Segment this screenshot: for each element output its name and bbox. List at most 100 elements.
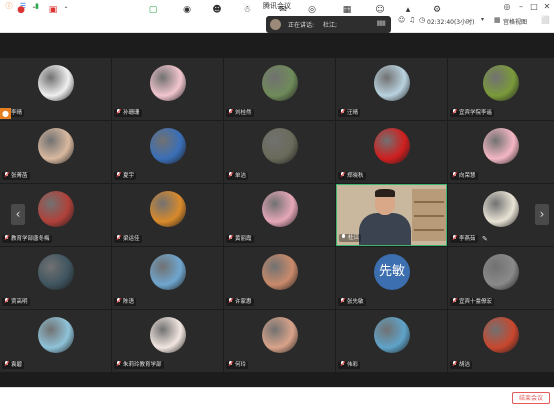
- participant-name: 朱莉玲教育学部: [114, 361, 164, 369]
- participant-name: 贾高明: [2, 298, 30, 306]
- participant-name-text: 夏宇: [123, 173, 135, 179]
- participant-tile[interactable]: 先敏张先敏: [336, 247, 447, 309]
- participant-name: 何玲: [226, 361, 249, 369]
- members-icon[interactable]: ☻: [208, 2, 226, 18]
- participant-tile[interactable]: 宜宾十耋僚宏: [448, 247, 554, 309]
- participant-name: 刘桂然: [226, 109, 254, 117]
- participant-name-text: 张先敏: [347, 299, 364, 305]
- participant-avatar: [150, 65, 186, 101]
- pin-icon[interactable]: ◎: [500, 0, 514, 13]
- next-page-button[interactable]: ›: [535, 204, 549, 225]
- expand-icon[interactable]: ▴: [399, 2, 417, 18]
- participant-name: 宜宾学院李遥: [450, 109, 495, 117]
- participant-tile[interactable]: 向荣慧: [448, 121, 554, 183]
- participant-tile[interactable]: 单洁: [224, 121, 335, 183]
- security-icon[interactable]: ◉: [178, 2, 196, 18]
- participant-name: 李燕茹: [450, 235, 478, 243]
- participant-name: 陈语: [114, 298, 137, 306]
- mic-muted-icon: [340, 361, 345, 367]
- prev-page-button[interactable]: ‹: [11, 204, 25, 225]
- participant-name-text: 梁运佳: [123, 236, 140, 242]
- participant-tile[interactable]: 伟彩: [336, 310, 447, 372]
- participant-tile[interactable]: 朱莉玲教育学部: [112, 310, 223, 372]
- participant-name: 张先敏: [338, 298, 366, 306]
- participant-tile[interactable]: 孙珊珊: [112, 58, 223, 120]
- participant-name-text: 何玲: [235, 362, 247, 368]
- host-flag-icon[interactable]: ●: [0, 108, 11, 119]
- participant-name: 杜江: [339, 234, 362, 242]
- participant-tile[interactable]: 黄丽霞: [224, 184, 335, 246]
- invite-icon[interactable]: ☃: [238, 2, 256, 18]
- participant-tile[interactable]: 汪晴: [336, 58, 447, 120]
- participant-avatar: [38, 254, 74, 290]
- mic-muted-icon: [340, 172, 345, 178]
- participant-avatar: [483, 317, 519, 353]
- mic-muted-icon: [116, 361, 121, 367]
- mic-muted-icon: [452, 298, 457, 304]
- participant-name-text: 教育学部唐冬梅: [11, 236, 50, 242]
- participant-tile[interactable]: 张菁菡: [0, 121, 111, 183]
- grid-view-icon[interactable]: ▦: [494, 16, 501, 24]
- maximize-button[interactable]: □: [527, 0, 541, 13]
- participant-name: 郑晓秋: [338, 172, 366, 180]
- edit-icon[interactable]: ✎: [482, 235, 488, 243]
- participant-name-text: 单洁: [235, 173, 247, 179]
- participant-name: 汪晴: [338, 109, 361, 117]
- mic-muted-icon: [228, 109, 233, 115]
- view-mode-button[interactable]: 宫格视图: [503, 17, 527, 26]
- fullscreen-icon[interactable]: ⬜: [541, 16, 550, 24]
- participant-tile[interactable]: 贾高明: [0, 247, 111, 309]
- participant-name: 梁运佳: [114, 235, 142, 243]
- participant-avatar: [150, 128, 186, 164]
- mic-muted-icon: [228, 298, 233, 304]
- participant-avatar: [38, 317, 74, 353]
- participant-tile[interactable]: 何玲: [224, 310, 335, 372]
- participant-tile[interactable]: 杜江: [336, 184, 447, 246]
- close-button[interactable]: ✕: [540, 0, 554, 13]
- participant-avatar: [262, 254, 298, 290]
- participant-name-text: 胡洁: [459, 362, 471, 368]
- mic-muted-icon: [116, 109, 121, 115]
- chevron-up-icon[interactable]: ⌃: [25, 2, 43, 18]
- chat-icon[interactable]: ✉: [274, 2, 292, 18]
- participant-avatar: [483, 65, 519, 101]
- participant-tile[interactable]: 梁运佳: [112, 184, 223, 246]
- participant-name-text: 刘桂然: [235, 110, 252, 116]
- settings-icon[interactable]: ⚙: [428, 2, 446, 18]
- participant-name: 宜宾十耋僚宏: [450, 298, 495, 306]
- participant-tile[interactable]: 许家惠: [224, 247, 335, 309]
- participant-avatar: [483, 254, 519, 290]
- share-screen-icon[interactable]: ▢: [144, 2, 162, 18]
- meeting-timer: 02:32:40(3小时): [427, 19, 475, 26]
- record-icon[interactable]: ◎: [303, 2, 321, 18]
- apps-icon[interactable]: ▦: [338, 2, 356, 18]
- participant-tile[interactable]: 陈语: [112, 247, 223, 309]
- participant-tile[interactable]: 胡洁: [448, 310, 554, 372]
- participant-tile[interactable]: 袁碧: [0, 310, 111, 372]
- participant-tile[interactable]: 宜宾学院李遥: [448, 58, 554, 120]
- participant-name: 许家惠: [226, 298, 254, 306]
- participant-tile[interactable]: 刘桂然: [224, 58, 335, 120]
- participant-name-text: 杜江: [348, 235, 360, 241]
- speaking-indicator: 正在讲话: 杜江; ▮▮▮: [266, 16, 391, 33]
- participant-tile[interactable]: 李晴: [0, 58, 111, 120]
- participant-name: 教育学部唐冬梅: [2, 235, 52, 243]
- participant-tile[interactable]: 夏宇: [112, 121, 223, 183]
- minimize-button[interactable]: –: [514, 0, 528, 13]
- end-meeting-button[interactable]: 结束会议: [512, 392, 550, 404]
- chevron-down-icon[interactable]: ▾: [481, 16, 484, 23]
- participant-name: 胡洁: [450, 361, 473, 369]
- participant-avatar: [374, 65, 410, 101]
- participant-tile[interactable]: 郑晓秋: [336, 121, 447, 183]
- chevron-up-icon[interactable]: ⌃: [57, 2, 75, 18]
- participant-avatar: [38, 65, 74, 101]
- mic-muted-icon: [452, 361, 457, 367]
- bottom-toolbar: [0, 387, 554, 407]
- reactions-icon[interactable]: ☺: [371, 2, 389, 18]
- participant-avatar: [262, 191, 298, 227]
- mic-muted-icon: [116, 235, 121, 241]
- participant-name: 袁碧: [2, 361, 25, 369]
- speaking-name: 杜江;: [323, 22, 338, 29]
- mic-muted-icon: [452, 172, 457, 178]
- participant-avatar: 先敏: [374, 254, 410, 290]
